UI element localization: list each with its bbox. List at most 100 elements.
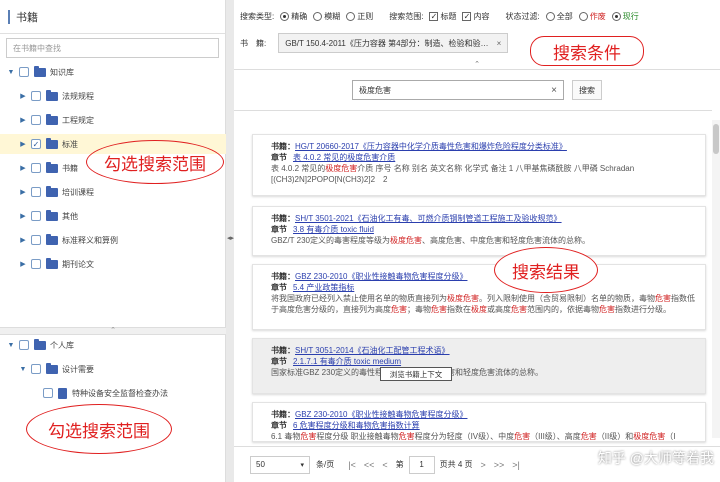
expand-down-icon[interactable]: ▼: [6, 342, 16, 349]
tree-checkbox[interactable]: [31, 235, 41, 245]
search-input[interactable]: 极度危害 ×: [352, 80, 564, 100]
result-book-link[interactable]: GBZ 230-2010《职业性接触毒物危害程度分级》: [295, 410, 467, 419]
radio-regex[interactable]: [346, 11, 356, 21]
expand-right-icon[interactable]: ▶: [18, 116, 28, 124]
result-book-label: 书籍：: [271, 346, 295, 355]
result-chapter-link[interactable]: 3.8 有毒介质 toxic fluid: [293, 225, 374, 234]
radio-fuzzy-label[interactable]: 模糊: [324, 11, 340, 22]
splitter-arrows-icon[interactable]: ◂▸: [227, 234, 234, 242]
first-page-icon[interactable]: |<: [348, 460, 356, 470]
snippet-highlight: 极度危害: [633, 432, 666, 441]
folder-icon: [46, 209, 58, 221]
snippet-text: （II级）和: [596, 432, 634, 441]
tree-search-input[interactable]: 在书籍中查找: [6, 38, 219, 58]
expand-down-icon[interactable]: ▼: [18, 366, 28, 373]
tree-item-label: 工程规定: [62, 115, 94, 125]
tree-checkbox[interactable]: [31, 364, 41, 374]
radio-exact-label[interactable]: 精确: [291, 11, 307, 22]
page-size-select[interactable]: 50 ▾: [250, 455, 310, 474]
result-book-link[interactable]: SH/T 3501-2021《石油化工有毒、可燃介质钢制管道工程施工及验收规范》: [295, 214, 562, 223]
tree-item[interactable]: ▶ 工程规定: [18, 110, 94, 130]
result-book-link[interactable]: GBZ 230-2010《职业性接触毒物危害程度分级》: [295, 272, 467, 281]
radio-void-label[interactable]: 作废: [590, 11, 606, 22]
tree-checkbox[interactable]: [31, 187, 41, 197]
result-book-label: 书籍：: [271, 142, 295, 151]
result-chapter-link[interactable]: 表 4.0.2 常见的极度危害介质: [293, 153, 395, 162]
checkbox-content[interactable]: ✓: [462, 11, 472, 21]
tree-item[interactable]: ▶ 培训课程: [18, 182, 94, 202]
panel-header: 书籍: [0, 0, 225, 34]
radio-regex-label[interactable]: 正则: [357, 11, 373, 22]
result-chapter-link[interactable]: 6 危害程度分级和毒物危害指数计算: [293, 421, 420, 430]
folder-icon: [46, 233, 58, 245]
expand-right-icon[interactable]: ▶: [18, 92, 28, 100]
tree-checkbox[interactable]: [19, 67, 29, 77]
panel-divider[interactable]: ⌃: [0, 327, 226, 335]
prev-group-icon[interactable]: <<: [364, 460, 375, 470]
clear-search-icon[interactable]: ×: [551, 85, 557, 96]
tree-item[interactable]: ▶ 书籍: [18, 158, 78, 178]
next-group-icon[interactable]: >>: [494, 460, 505, 470]
checkbox-title-label[interactable]: 标题: [440, 11, 456, 22]
tree-item[interactable]: ▶ 期刊论文: [18, 254, 94, 274]
next-page-icon[interactable]: >: [481, 460, 486, 470]
result-book-link[interactable]: SH/T 3051-2014《石油化工配管工程术语》: [295, 346, 450, 355]
radio-fuzzy[interactable]: [313, 11, 323, 21]
header-bar: [8, 9, 10, 24]
radio-all-label[interactable]: 全部: [557, 11, 573, 22]
radio-exact[interactable]: [280, 11, 290, 21]
separator: [234, 110, 712, 111]
expand-right-icon[interactable]: ▶: [18, 236, 28, 244]
tree-item[interactable]: ▶ 法规规程: [18, 86, 94, 106]
expand-right-icon[interactable]: ▶: [18, 140, 28, 148]
expand-right-icon[interactable]: ▶: [18, 188, 28, 196]
prev-page-icon[interactable]: <: [382, 460, 387, 470]
checkbox-title[interactable]: ✓: [429, 11, 439, 21]
results-scrollbar[interactable]: [712, 120, 720, 438]
expand-right-icon[interactable]: ▶: [18, 260, 28, 268]
collapse-filters-button[interactable]: ⌃: [234, 61, 720, 70]
tree-item[interactable]: 特种设备安全监督检查办法: [30, 383, 168, 403]
tree-item[interactable]: ▼ 知识库: [6, 62, 74, 82]
expand-right-icon[interactable]: ▶: [18, 212, 28, 220]
checkbox-content-label[interactable]: 内容: [473, 11, 489, 22]
tree-checkbox[interactable]: [31, 115, 41, 125]
last-page-icon[interactable]: >|: [512, 460, 520, 470]
tree-item[interactable]: ▶ 其他: [18, 206, 78, 226]
folder-icon: [46, 185, 58, 197]
splitter[interactable]: ◂▸: [226, 0, 234, 482]
tree-item[interactable]: ▼ 个人库: [6, 335, 74, 355]
book-filter-row: 书 籍: GB/T 150.4-2011《压力容器 第4部分：制造、检验和验收》…: [240, 32, 716, 54]
tree-item[interactable]: ▼ 设计需要: [18, 359, 94, 379]
radio-current-label[interactable]: 现行: [623, 11, 639, 22]
radio-current[interactable]: [611, 11, 621, 21]
page-number-input[interactable]: 1: [408, 455, 435, 474]
scrollbar-thumb[interactable]: [713, 124, 719, 154]
snippet-highlight: 危害: [398, 432, 415, 441]
expand-down-icon[interactable]: ▼: [6, 69, 16, 76]
tree-checkbox[interactable]: [31, 163, 41, 173]
tree-checkbox[interactable]: [31, 91, 41, 101]
result-chapter-link[interactable]: 5.4 产业政策指标: [293, 283, 354, 292]
result-chapter-link[interactable]: 2.1.7.1 有毒介质 toxic medium: [293, 357, 401, 366]
snippet-highlight: 危害: [391, 305, 407, 314]
tree-item[interactable]: ▶ 标准释义和算例: [18, 230, 118, 250]
tree-item-label: 书籍: [62, 163, 78, 173]
tree-checkbox[interactable]: [43, 388, 53, 398]
radio-all[interactable]: [545, 11, 555, 21]
remove-tag-icon[interactable]: ×: [497, 39, 502, 48]
search-button[interactable]: 搜索: [572, 80, 602, 100]
folder-icon: [46, 161, 58, 173]
tree-checkbox[interactable]: ✓: [31, 139, 41, 149]
book-filter-label: 书 籍:: [240, 38, 267, 48]
tree-checkbox[interactable]: [31, 259, 41, 269]
snippet-highlight: 危害: [300, 432, 317, 441]
result-book-link[interactable]: HG/T 20660-2017《压力容器中化学介质毒性危害和爆炸危险程度分类标准…: [295, 142, 567, 151]
tree-checkbox[interactable]: [31, 211, 41, 221]
tree-checkbox[interactable]: [19, 340, 29, 350]
snippet-text: ；毒物: [407, 305, 431, 314]
result-snippet: 表 4.0.2 常见的极度危害介质 序号 名称 别名 英文名称 化学式 备注 1…: [271, 163, 697, 185]
book-tag[interactable]: GB/T 150.4-2011《压力容器 第4部分：制造、检验和验收》 ×: [278, 33, 509, 53]
radio-void[interactable]: [578, 11, 588, 21]
expand-right-icon[interactable]: ▶: [18, 164, 28, 172]
